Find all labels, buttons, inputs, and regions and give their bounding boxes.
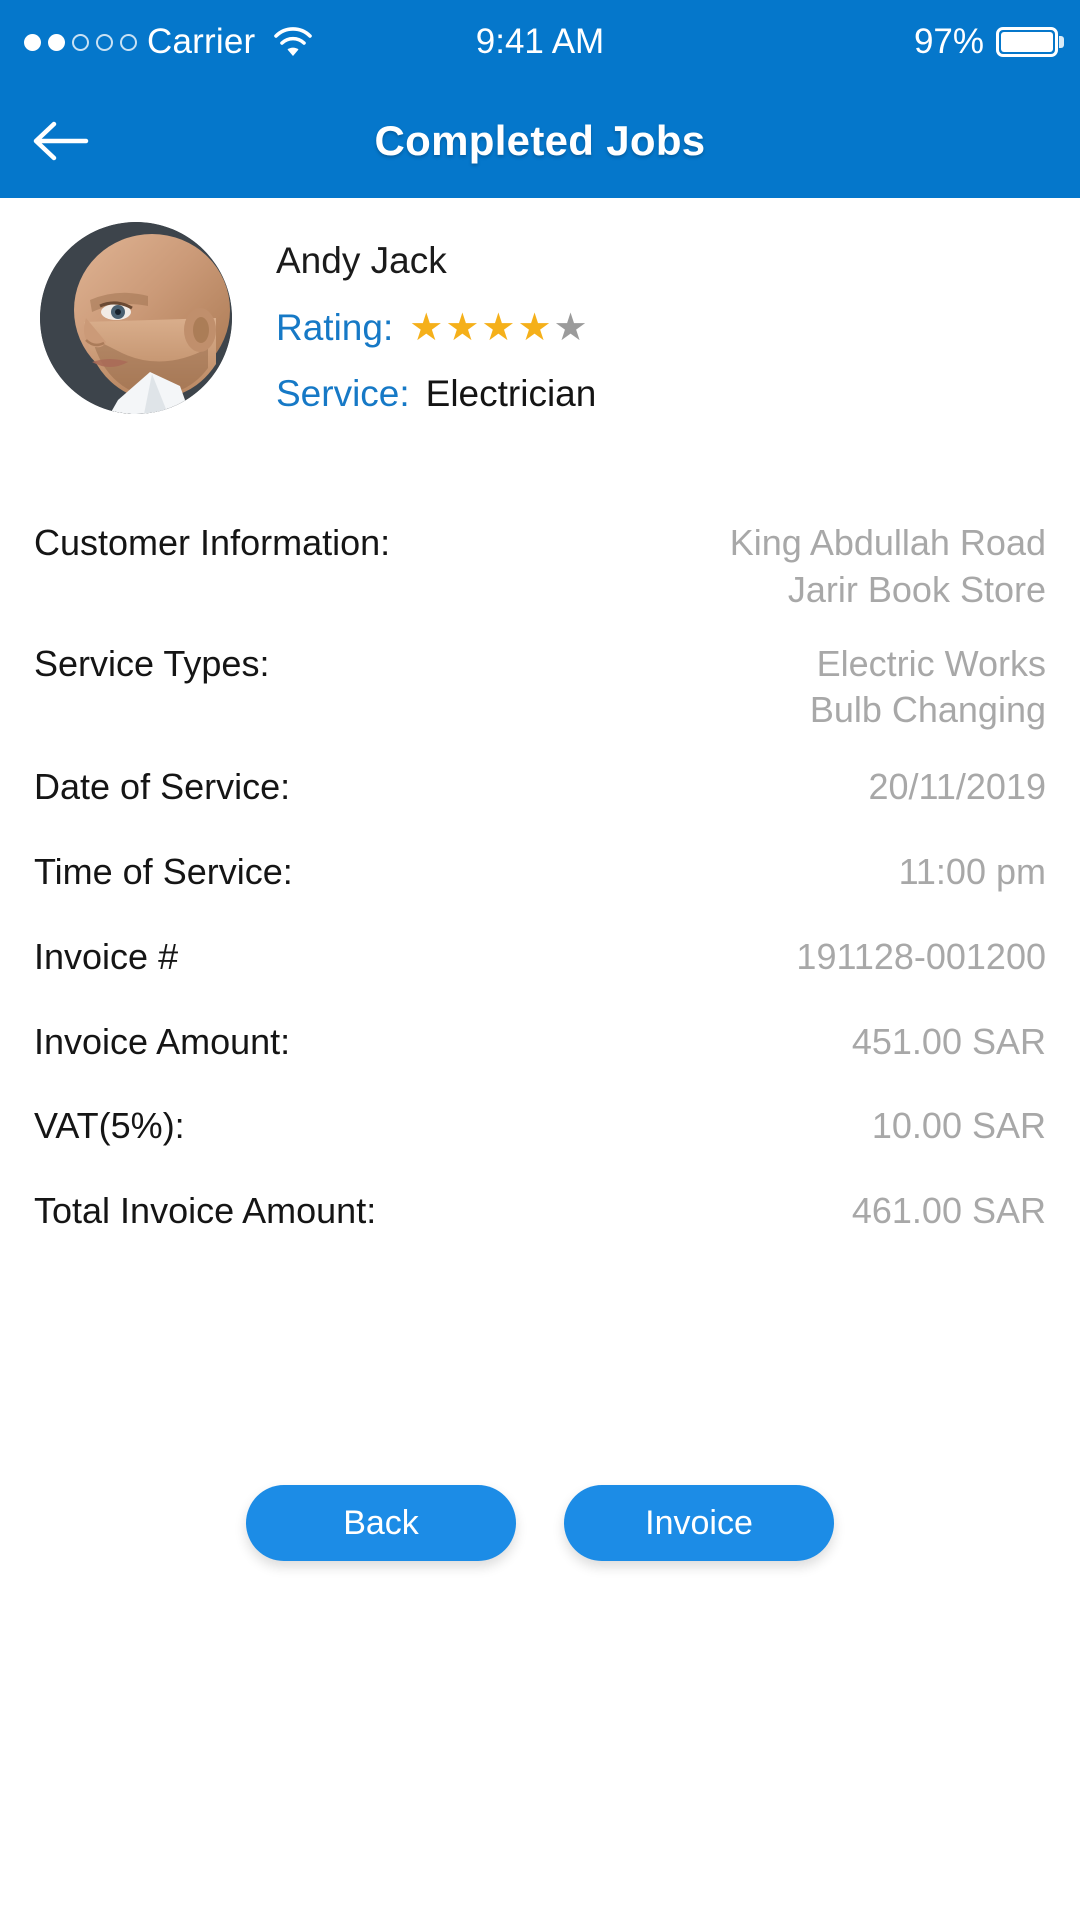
detail-row-vat: VAT(5%): 10.00 SAR bbox=[0, 1103, 1080, 1150]
detail-value: King Abdullah Road Jarir Book Store bbox=[729, 522, 1046, 610]
detail-label: Date of Service: bbox=[34, 766, 291, 808]
detail-label: Time of Service: bbox=[34, 850, 293, 892]
service-label: Service: bbox=[276, 372, 410, 414]
detail-row-invoice-amount: Invoice Amount: 451.00 SAR bbox=[0, 1019, 1080, 1066]
avatar bbox=[40, 222, 232, 414]
avatar-photo bbox=[40, 222, 232, 414]
header: Carrier 9:41 AM 97% Completed Jobs bbox=[0, 0, 1080, 198]
service-row: Service: Electrician bbox=[276, 373, 976, 415]
detail-row-customer-information: Customer Information: King Abdullah Road… bbox=[0, 520, 1080, 614]
detail-value: 461.00 SAR bbox=[851, 1190, 1046, 1232]
battery-fill bbox=[1001, 32, 1054, 52]
detail-row-total-invoice-amount: Total Invoice Amount: 461.00 SAR bbox=[0, 1188, 1080, 1235]
detail-value: Electric Works Bulb Changing bbox=[809, 642, 1046, 731]
status-bar-right: 97% bbox=[914, 22, 1058, 62]
detail-value: 20/11/2019 bbox=[868, 766, 1046, 808]
star-icon-empty: ★ bbox=[553, 306, 588, 349]
back-button-primary[interactable]: Back bbox=[246, 1485, 516, 1561]
invoice-button[interactable]: Invoice bbox=[564, 1485, 834, 1561]
detail-value: 10.00 SAR bbox=[871, 1105, 1046, 1147]
star-icon-filled: ★ bbox=[481, 306, 516, 349]
service-value: Electrician bbox=[425, 372, 597, 414]
detail-row-time-of-service: Time of Service: 11:00 pm bbox=[0, 849, 1080, 896]
rating-row: Rating: ★ ★ ★ ★ ★ bbox=[276, 307, 976, 349]
nav-bar: Completed Jobs bbox=[0, 84, 1080, 198]
detail-label: Total Invoice Amount: bbox=[34, 1190, 377, 1232]
detail-value: 11:00 pm bbox=[898, 850, 1046, 892]
battery-icon bbox=[996, 27, 1058, 57]
detail-label: Service Types: bbox=[34, 642, 270, 684]
detail-row-invoice-number: Invoice # 191128-001200 bbox=[0, 934, 1080, 981]
profile-info: Andy Jack Rating: ★ ★ ★ ★ ★ Service: Ele… bbox=[276, 240, 976, 415]
page-title: Completed Jobs bbox=[374, 117, 706, 164]
star-icon-filled: ★ bbox=[409, 306, 444, 349]
action-buttons: Back Invoice bbox=[0, 1485, 1080, 1561]
battery-percent-label: 97% bbox=[913, 22, 984, 61]
detail-label: VAT(5%): bbox=[34, 1105, 185, 1147]
star-icon-filled: ★ bbox=[517, 306, 552, 349]
detail-label: Invoice Amount: bbox=[34, 1020, 291, 1062]
star-icon-filled: ★ bbox=[445, 306, 480, 349]
details-list: Customer Information: King Abdullah Road… bbox=[0, 520, 1080, 1235]
rating-stars: ★ ★ ★ ★ ★ bbox=[409, 309, 587, 347]
detail-label: Invoice # bbox=[34, 935, 179, 977]
provider-name: Andy Jack bbox=[276, 240, 447, 281]
profile-section: Andy Jack Rating: ★ ★ ★ ★ ★ Service: Ele… bbox=[0, 222, 1080, 462]
detail-row-service-types: Service Types: Electric Works Bulb Chang… bbox=[0, 641, 1080, 735]
app-screen: Carrier 9:41 AM 97% Completed Jobs Andy … bbox=[0, 0, 1080, 1920]
detail-value: 191128-001200 bbox=[796, 935, 1046, 977]
detail-row-date-of-service: Date of Service: 20/11/2019 bbox=[0, 764, 1080, 811]
status-bar: Carrier 9:41 AM 97% bbox=[0, 0, 1080, 84]
rating-label: Rating: bbox=[276, 306, 394, 348]
detail-label: Customer Information: bbox=[34, 522, 391, 563]
detail-value: 451.00 SAR bbox=[851, 1020, 1046, 1062]
